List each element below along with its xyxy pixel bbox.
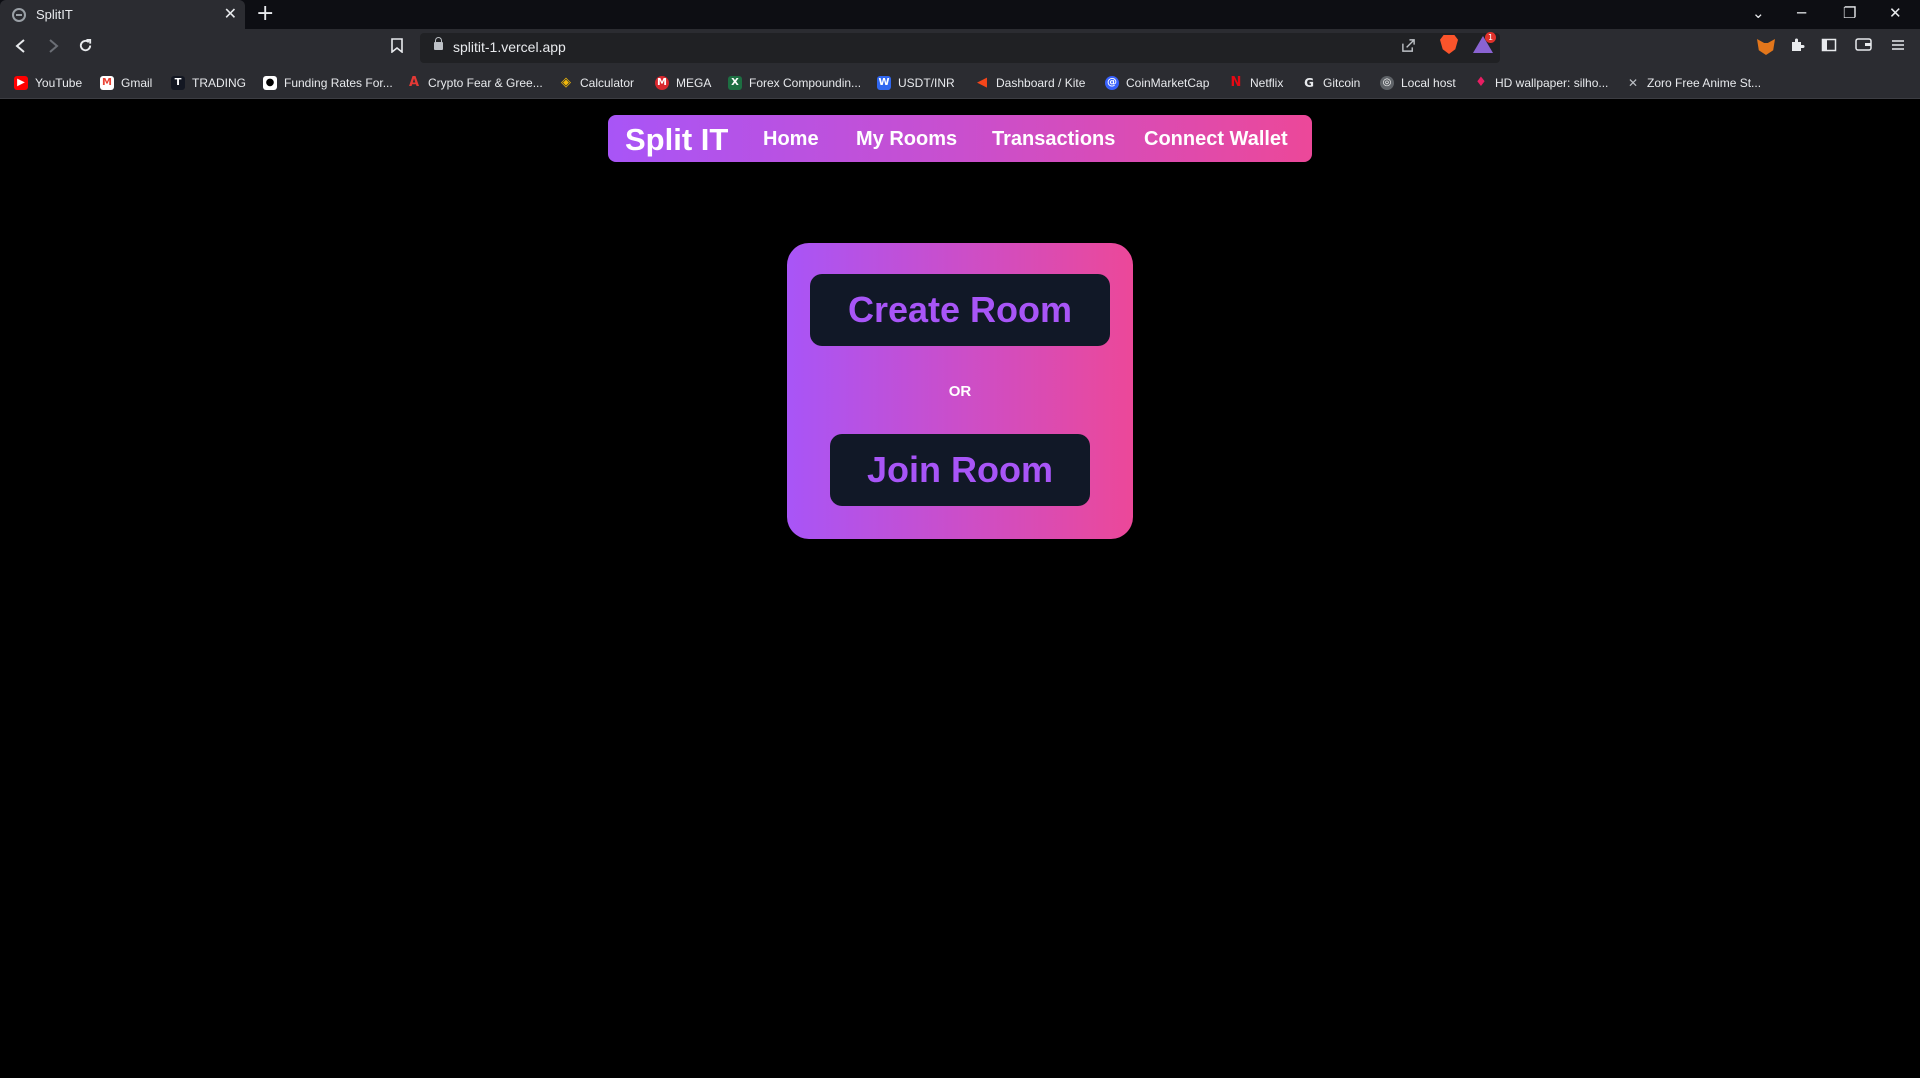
share-icon[interactable] (1401, 38, 1416, 57)
bookmark-label: MEGA (676, 76, 712, 90)
bookmark-youtube[interactable]: ▶ YouTube (14, 74, 82, 92)
bookmark-localhost[interactable]: ◎ Local host (1380, 74, 1456, 92)
bookmark-label: Zoro Free Anime St... (1647, 76, 1762, 90)
active-tab[interactable]: SplitIT ✕ (0, 0, 245, 29)
bookmark-usdt-inr[interactable]: W USDT/INR (877, 74, 955, 92)
shield-icon: ● (263, 76, 277, 90)
bookmark-coinmarketcap[interactable]: @ CoinMarketCap (1105, 74, 1209, 92)
bookmark-wallpaper[interactable]: ♦ HD wallpaper: silho... (1474, 74, 1608, 92)
nav-my-rooms[interactable]: My Rooms (856, 128, 957, 151)
reload-icon (79, 38, 92, 52)
menu-icon[interactable] (1891, 37, 1905, 57)
youtube-icon: ▶ (14, 76, 28, 90)
page-content: Split IT Home My Rooms Transactions Conn… (0, 99, 1920, 1078)
bookmark-calculator[interactable]: ◈ Calculator (559, 74, 634, 92)
window-close-button[interactable]: ✕ (1889, 3, 1902, 23)
bookmark-label: YouTube (35, 76, 83, 90)
or-divider: OR (948, 383, 972, 400)
gmail-icon: M (100, 76, 114, 90)
bookmark-button[interactable] (391, 37, 403, 59)
coinmarketcap-icon: @ (1105, 76, 1119, 90)
bookmark-label: Dashboard / Kite (996, 76, 1086, 90)
bookmark-icon (391, 38, 403, 54)
rewards-badge: 1 (1485, 32, 1496, 43)
bookmark-zoro[interactable]: ✕ Zoro Free Anime St... (1626, 74, 1761, 92)
bookmark-label: Gitcoin (1323, 76, 1361, 90)
minimize-button[interactable]: ─ (1797, 3, 1806, 23)
bookmark-trading[interactable]: T TRADING (171, 74, 246, 92)
bookmarks-bar: ▶ YouTube M Gmail T TRADING ● Funding Ra… (0, 67, 1920, 99)
extensions-icon[interactable] (1789, 37, 1805, 58)
lock-icon (434, 37, 443, 50)
bookmark-label: USDT/INR (898, 76, 955, 90)
url-text: splitit-1.vercel.app (453, 39, 566, 55)
bookmark-label: Calculator (580, 76, 635, 90)
bookmark-label: CoinMarketCap (1126, 76, 1210, 90)
bookmark-funding-rates[interactable]: ● Funding Rates For... (263, 74, 393, 92)
forward-arrow-icon (49, 39, 59, 53)
back-arrow-icon (15, 39, 25, 53)
bookmark-netflix[interactable]: N Netflix (1229, 74, 1284, 92)
alternative-icon: A (408, 75, 420, 90)
bookmark-kite[interactable]: ◀ Dashboard / Kite (975, 74, 1085, 92)
bookmark-gmail[interactable]: M Gmail (100, 74, 152, 92)
bookmark-fear-greed[interactable]: A Crypto Fear & Gree... (407, 74, 543, 92)
browser-toolbar: splitit-1.vercel.app 1 (0, 29, 1920, 67)
metamask-icon[interactable] (1757, 39, 1775, 55)
tradingview-icon: T (171, 76, 185, 90)
bookmark-label: HD wallpaper: silho... (1495, 76, 1609, 90)
join-room-button[interactable]: Join Room (830, 434, 1090, 506)
bookmark-mega[interactable]: M MEGA (655, 74, 711, 92)
globe-icon (12, 7, 26, 22)
restore-button[interactable]: ❐ (1843, 3, 1856, 23)
create-room-button[interactable]: Create Room (810, 274, 1110, 346)
wazirx-icon: W (877, 76, 891, 90)
reload-button[interactable] (78, 37, 93, 59)
bookmark-label: TRADING (192, 76, 246, 90)
wallet-icon[interactable] (1855, 37, 1872, 57)
excel-icon: X (728, 76, 742, 90)
bookmark-label: Crypto Fear & Gree... (428, 76, 543, 90)
tab-search-icon[interactable]: ⌄ (1752, 3, 1765, 23)
gitcoin-icon: G (1304, 76, 1314, 90)
bookmark-forex[interactable]: X Forex Compoundin... (728, 74, 861, 92)
bookmark-label: Local host (1401, 76, 1456, 90)
room-card: Create Room OR Join Room (787, 243, 1133, 539)
address-bar[interactable]: splitit-1.vercel.app (420, 33, 1500, 63)
mega-icon: M (655, 76, 669, 90)
brand-logo[interactable]: Split IT (625, 122, 728, 158)
tab-title: SplitIT (36, 7, 73, 22)
wallpaper-icon: ♦ (1475, 75, 1487, 90)
nav-home[interactable]: Home (763, 128, 819, 151)
new-tab-button[interactable]: + (256, 2, 274, 26)
sidebar-icon[interactable] (1821, 37, 1837, 58)
binance-icon: ◈ (561, 75, 571, 90)
nav-transactions[interactable]: Transactions (992, 128, 1115, 151)
bookmark-gitcoin[interactable]: G Gitcoin (1302, 74, 1360, 92)
bookmark-label: Forex Compoundin... (749, 76, 862, 90)
tab-strip: SplitIT ✕ + ⌄ ─ ❐ ✕ (0, 0, 1920, 29)
close-icon[interactable]: ✕ (224, 5, 237, 23)
globe-icon: ◎ (1380, 76, 1394, 90)
zoro-icon: ✕ (1627, 76, 1639, 90)
nav-connect-wallet[interactable]: Connect Wallet (1144, 128, 1288, 151)
bookmark-label: Funding Rates For... (284, 76, 393, 90)
netflix-icon: N (1230, 75, 1242, 90)
top-navbar: Split IT Home My Rooms Transactions Conn… (608, 115, 1312, 162)
kite-icon: ◀ (977, 75, 987, 90)
back-button[interactable] (14, 37, 28, 59)
bookmark-label: Netflix (1250, 76, 1284, 90)
bookmark-label: Gmail (121, 76, 153, 90)
forward-button[interactable] (46, 37, 60, 59)
